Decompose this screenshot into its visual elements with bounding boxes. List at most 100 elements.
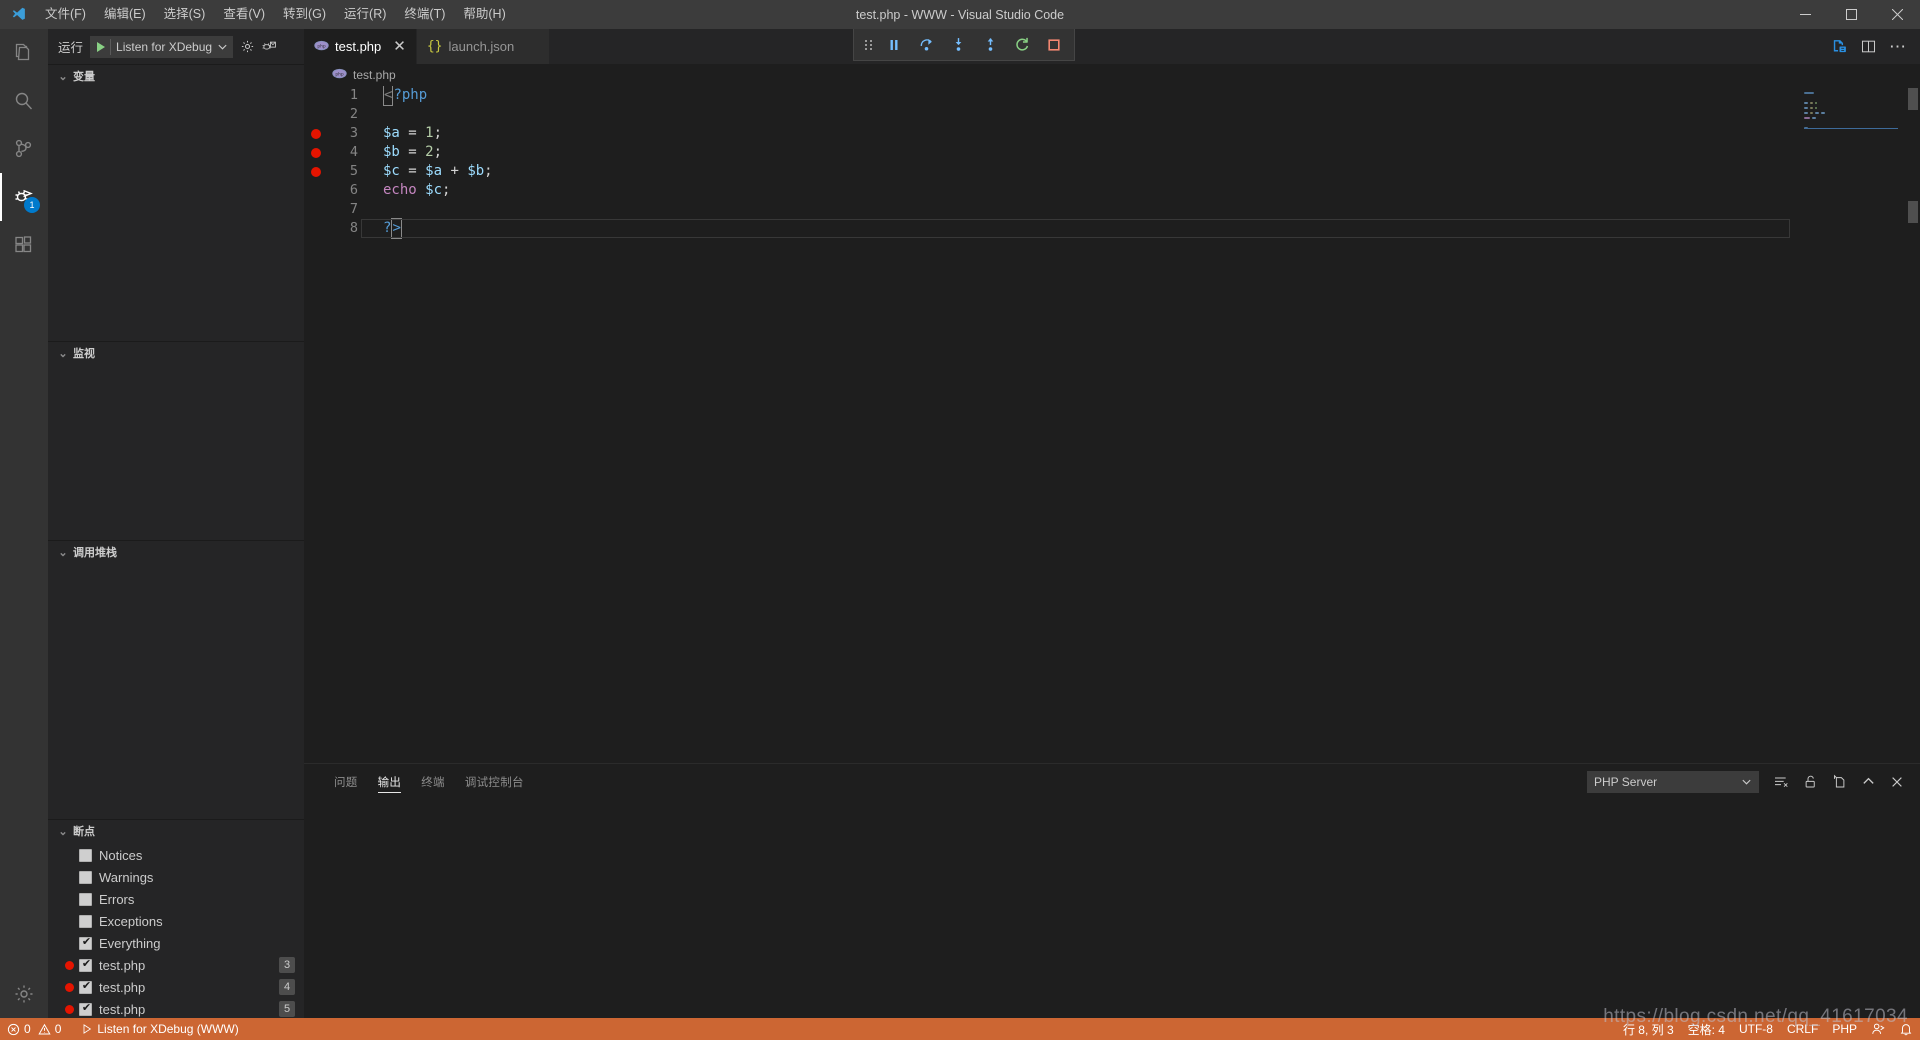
breakpoint-checkbox[interactable] <box>79 870 92 884</box>
breakpoint-checkbox[interactable] <box>79 957 93 972</box>
activity-search[interactable] <box>0 77 48 125</box>
breakpoint-checkbox[interactable] <box>79 935 93 950</box>
breakpoint-row[interactable]: Everything <box>48 932 304 954</box>
breakpoint-row[interactable]: Exceptions <box>48 910 304 932</box>
status-debug-session[interactable]: Listen for XDebug (WWW) <box>74 1018 245 1040</box>
section-header-breakpoints[interactable]: ⌄ 断点 <box>48 820 304 842</box>
tab-output[interactable]: 输出 <box>368 764 412 799</box>
gutter-breakpoint-slot[interactable] <box>304 128 328 139</box>
close-button[interactable] <box>1874 0 1920 29</box>
breakpoint-dot-icon[interactable] <box>311 128 321 139</box>
drag-handle-icon[interactable] <box>858 39 878 50</box>
clear-output-icon[interactable] <box>1773 774 1789 790</box>
debug-configuration-select[interactable]: Listen for XDebug <box>90 35 234 58</box>
status-indentation[interactable]: 空格: 4 <box>1681 1018 1732 1040</box>
menu-file[interactable]: 文件(F) <box>36 0 95 29</box>
menu-view[interactable]: 查看(V) <box>214 0 274 29</box>
scrollbar-slider-bottom[interactable] <box>1908 201 1918 223</box>
gutter-breakpoint-slot[interactable] <box>304 147 328 158</box>
menu-edit[interactable]: 编辑(E) <box>95 0 155 29</box>
breakpoint-checkbox[interactable] <box>79 979 93 994</box>
tab-terminal[interactable]: 终端 <box>411 764 455 799</box>
step-into-button[interactable] <box>942 30 974 60</box>
close-panel-icon[interactable] <box>1890 775 1904 789</box>
open-in-editor-icon[interactable] <box>1832 774 1847 790</box>
status-feedback[interactable] <box>1864 1018 1892 1040</box>
section-header-call-stack[interactable]: ⌄ 调用堆栈 <box>48 541 304 563</box>
section-header-watch[interactable]: ⌄ 监视 <box>48 342 304 364</box>
breakpoint-checkbox[interactable] <box>79 1001 93 1016</box>
breakpoint-dot-icon <box>65 960 74 970</box>
activity-source-control[interactable] <box>0 125 48 173</box>
breakpoint-label: Notices <box>99 847 143 863</box>
start-debugging-icon[interactable] <box>97 41 106 52</box>
php-file-icon: php <box>314 39 329 54</box>
status-eol[interactable]: CRLF <box>1780 1018 1825 1040</box>
maximize-button[interactable] <box>1828 0 1874 29</box>
editor-scrollbar[interactable] <box>1906 86 1920 763</box>
status-notifications[interactable] <box>1892 1018 1920 1040</box>
breakpoint-row[interactable]: Errors <box>48 888 304 910</box>
breakpoint-checkbox[interactable] <box>79 848 92 862</box>
breadcrumb-label[interactable]: test.php <box>353 68 396 82</box>
minimap[interactable] <box>1800 86 1906 763</box>
menu-terminal[interactable]: 终端(T) <box>395 0 454 29</box>
breakpoint-checkbox[interactable] <box>79 892 92 906</box>
section-header-variables[interactable]: ⌄ 变量 <box>48 65 304 87</box>
code-editor[interactable]: 1 <?php 2 3 $a = 1; 4 $b = 2; 5 $c = $a … <box>304 86 1920 763</box>
open-launch-json-gear-icon[interactable] <box>240 39 255 54</box>
split-editor-icon[interactable] <box>1860 38 1877 55</box>
tab-test-php[interactable]: php test.php ✕ <box>304 29 417 64</box>
gutter-breakpoint-slot[interactable] <box>304 166 328 177</box>
activity-run-and-debug[interactable]: 1 <box>0 173 48 221</box>
tab-close-icon[interactable]: ✕ <box>393 39 406 54</box>
variables-body[interactable] <box>48 87 304 341</box>
output-channel-select[interactable]: PHP Server <box>1587 770 1759 793</box>
menu-selection[interactable]: 选择(S) <box>155 0 215 29</box>
code-line: 7 <box>304 200 1920 219</box>
breakpoint-checkbox[interactable] <box>79 914 92 928</box>
open-debug-console-icon[interactable] <box>262 39 277 54</box>
tab-problems[interactable]: 问题 <box>324 764 368 799</box>
status-encoding[interactable]: UTF-8 <box>1732 1018 1780 1040</box>
stop-button[interactable] <box>1038 30 1070 60</box>
status-cursor-position[interactable]: 行 8, 列 3 <box>1616 1018 1681 1040</box>
step-out-button[interactable] <box>974 30 1006 60</box>
menu-go[interactable]: 转到(G) <box>274 0 335 29</box>
breakpoint-dot-icon[interactable] <box>311 166 321 177</box>
breakpoint-row[interactable]: Warnings <box>48 866 304 888</box>
output-content[interactable] <box>304 799 1920 1018</box>
breakpoint-row[interactable]: test.php 5 <box>48 998 304 1018</box>
activity-extensions[interactable] <box>0 221 48 269</box>
restart-button[interactable] <box>1006 30 1038 60</box>
section-title-breakpoints: 断点 <box>73 826 95 838</box>
scrollbar-slider-top[interactable] <box>1908 88 1918 110</box>
tab-launch-json[interactable]: {} launch.json ✕ <box>416 29 550 64</box>
run-php-server-icon[interactable] <box>1831 38 1848 55</box>
minimize-button[interactable] <box>1782 0 1828 29</box>
lock-scroll-icon[interactable] <box>1803 774 1818 790</box>
activity-settings-gear[interactable] <box>0 970 48 1018</box>
call-stack-body[interactable] <box>48 563 304 819</box>
activity-explorer[interactable] <box>0 29 48 77</box>
breakpoint-line-number: 4 <box>279 979 295 995</box>
warning-icon <box>38 1023 51 1034</box>
more-actions-icon[interactable]: ⋯ <box>1889 38 1906 55</box>
status-language-mode[interactable]: PHP <box>1825 1018 1864 1040</box>
tab-debug-console[interactable]: 调试控制台 <box>455 764 534 799</box>
status-problems[interactable]: 0 0 <box>0 1018 68 1040</box>
breakpoint-dot-icon[interactable] <box>311 147 321 158</box>
breakpoint-row[interactable]: test.php 4 <box>48 976 304 998</box>
menu-run[interactable]: 运行(R) <box>335 0 395 29</box>
breakpoint-row[interactable]: test.php 3 <box>48 954 304 976</box>
panel-header: 问题 输出 终端 调试控制台 PHP Server <box>304 764 1920 799</box>
step-over-button[interactable] <box>910 30 942 60</box>
error-count: 0 <box>24 1022 31 1036</box>
breakpoint-row[interactable]: Notices <box>48 844 304 866</box>
php-file-icon: php <box>332 68 347 82</box>
watch-body[interactable] <box>48 364 304 540</box>
line-number: 8 <box>349 220 358 236</box>
maximize-panel-icon[interactable] <box>1861 774 1876 789</box>
pause-button[interactable] <box>878 30 910 60</box>
menu-help[interactable]: 帮助(H) <box>454 0 514 29</box>
